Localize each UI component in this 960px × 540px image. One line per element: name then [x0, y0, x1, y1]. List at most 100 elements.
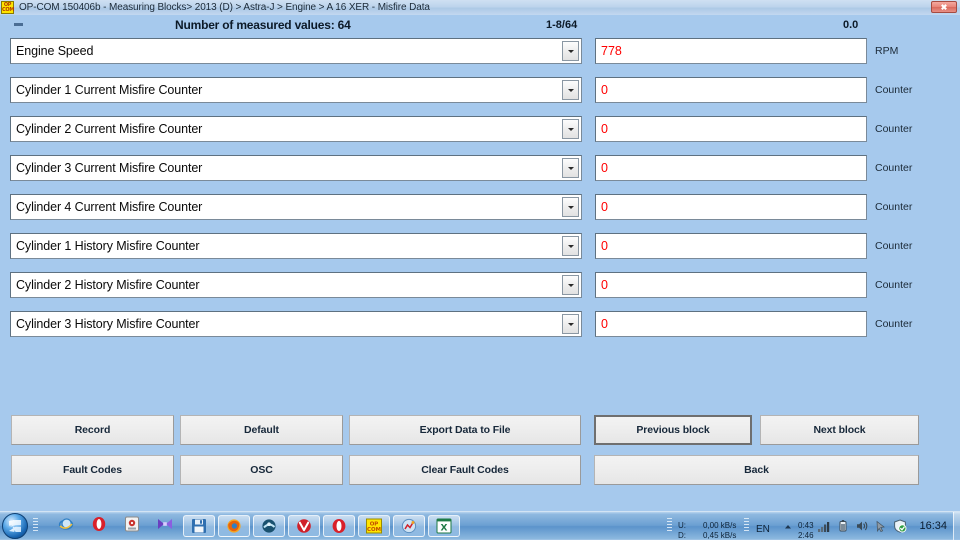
tray-grip[interactable]	[667, 518, 672, 533]
header-numeric-value: 0.0	[843, 19, 859, 31]
show-desktop-button[interactable]	[953, 512, 960, 540]
measuring-rows: Engine Speed 778 RPM Cylinder 1 Current …	[0, 38, 960, 350]
network-signal-icon[interactable]	[817, 519, 831, 533]
measuring-row: Engine Speed 778 RPM	[0, 38, 960, 64]
battery-icon[interactable]	[836, 519, 850, 533]
parameter-label-0: Engine Speed	[16, 44, 94, 58]
taskbutton-excel[interactable]: X	[428, 515, 460, 537]
unit-label-0: RPM	[875, 45, 899, 57]
value-text-4: 0	[601, 200, 608, 214]
video-converter-icon[interactable]	[157, 516, 177, 536]
fault-codes-button[interactable]: Fault Codes	[11, 455, 174, 485]
parameter-select-0[interactable]: Engine Speed	[10, 38, 582, 64]
record-button[interactable]: Record	[11, 415, 174, 445]
taskbutton-vivaldi[interactable]	[288, 515, 320, 537]
chevron-down-icon[interactable]	[562, 314, 579, 334]
parameter-select-5[interactable]: Cylinder 1 History Misfire Counter	[10, 233, 582, 259]
unit-label-1: Counter	[875, 84, 913, 96]
unit-label-4: Counter	[875, 201, 913, 213]
parameter-label-7: Cylinder 3 History Misfire Counter	[16, 317, 200, 331]
chevron-down-icon[interactable]	[562, 197, 579, 217]
parameter-select-3[interactable]: Cylinder 3 Current Misfire Counter	[10, 155, 582, 181]
measuring-row: Cylinder 1 History Misfire Counter 0 Cou…	[0, 233, 960, 259]
value-field-0[interactable]: 778	[595, 38, 867, 64]
taskbutton-diagnostics[interactable]	[393, 515, 425, 537]
next-block-button[interactable]: Next block	[760, 415, 919, 445]
chevron-down-icon[interactable]	[562, 80, 579, 100]
value-text-0: 778	[601, 44, 622, 58]
svg-text:COM: COM	[367, 527, 381, 533]
download-label: D:	[678, 531, 686, 540]
value-field-6[interactable]: 0	[595, 272, 867, 298]
upload-rate: 0,00 kB/s	[703, 521, 737, 530]
measured-values-count: Number of measured values: 64	[175, 18, 351, 32]
media-player-icon[interactable]	[124, 516, 144, 536]
value-field-5[interactable]: 0	[595, 233, 867, 259]
window-title: OP-COM 150406b - Measuring Blocks> 2013 …	[19, 2, 430, 13]
show-hidden-icons-chevron-icon[interactable]	[783, 519, 793, 533]
taskbar-clock[interactable]: 16:34	[919, 520, 947, 532]
taskbutton-opcom[interactable]: OP COM	[358, 515, 390, 537]
measuring-row: Cylinder 1 Current Misfire Counter 0 Cou…	[0, 77, 960, 103]
parameter-select-1[interactable]: Cylinder 1 Current Misfire Counter	[10, 77, 582, 103]
tray-grip-2[interactable]	[744, 518, 749, 533]
value-text-3: 0	[601, 161, 608, 175]
quicklaunch-grip[interactable]	[33, 518, 38, 533]
title-bar: OP COM OP-COM 150406b - Measuring Blocks…	[0, 0, 960, 16]
parameter-label-1: Cylinder 1 Current Misfire Counter	[16, 83, 203, 97]
value-field-1[interactable]: 0	[595, 77, 867, 103]
chevron-down-icon[interactable]	[562, 41, 579, 61]
measuring-row: Cylinder 3 Current Misfire Counter 0 Cou…	[0, 155, 960, 181]
svg-text:X: X	[441, 523, 448, 533]
chevron-down-icon[interactable]	[562, 119, 579, 139]
measuring-row: Cylinder 2 Current Misfire Counter 0 Cou…	[0, 116, 960, 142]
value-text-1: 0	[601, 83, 608, 97]
chevron-down-icon[interactable]	[562, 236, 579, 256]
internet-explorer-icon[interactable]	[58, 516, 78, 536]
osc-button[interactable]: OSC	[180, 455, 343, 485]
unit-label-6: Counter	[875, 279, 913, 291]
cursor-arrow-icon[interactable]	[874, 519, 888, 533]
unit-label-7: Counter	[875, 318, 913, 330]
opcom-window: OP COM OP-COM 150406b - Measuring Blocks…	[0, 0, 960, 540]
export-data-button[interactable]: Export Data to File	[349, 415, 581, 445]
back-button[interactable]: Back	[594, 455, 919, 485]
parameter-select-6[interactable]: Cylinder 2 History Misfire Counter	[10, 272, 582, 298]
unit-label-2: Counter	[875, 123, 913, 135]
unit-label-3: Counter	[875, 162, 913, 174]
parameter-select-7[interactable]: Cylinder 3 History Misfire Counter	[10, 311, 582, 337]
taskbutton-firefox[interactable]	[218, 515, 250, 537]
default-button[interactable]: Default	[180, 415, 343, 445]
previous-block-button[interactable]: Previous block	[594, 415, 752, 445]
parameter-select-4[interactable]: Cylinder 4 Current Misfire Counter	[10, 194, 582, 220]
value-field-4[interactable]: 0	[595, 194, 867, 220]
start-button-icon[interactable]	[2, 513, 28, 539]
parameter-label-3: Cylinder 3 Current Misfire Counter	[16, 161, 203, 175]
chevron-down-icon[interactable]	[562, 158, 579, 178]
close-icon[interactable]: ✖	[931, 1, 957, 13]
upload-label: U:	[678, 521, 686, 530]
media-total: 2:46	[798, 531, 814, 540]
unit-label-5: Counter	[875, 240, 913, 252]
measuring-row: Cylinder 3 History Misfire Counter 0 Cou…	[0, 311, 960, 337]
opera-icon[interactable]	[91, 516, 111, 536]
value-field-2[interactable]: 0	[595, 116, 867, 142]
parameter-select-2[interactable]: Cylinder 2 Current Misfire Counter	[10, 116, 582, 142]
value-field-7[interactable]: 0	[595, 311, 867, 337]
taskbutton-save-app[interactable]	[183, 515, 215, 537]
parameter-label-4: Cylinder 4 Current Misfire Counter	[16, 200, 203, 214]
parameter-label-2: Cylinder 2 Current Misfire Counter	[16, 122, 203, 136]
taskbutton-browser[interactable]	[253, 515, 285, 537]
action-center-shield-icon[interactable]	[893, 519, 907, 533]
language-indicator[interactable]: EN	[756, 525, 770, 535]
minimize-icon[interactable]	[14, 23, 23, 26]
block-range: 1-8/64	[546, 19, 578, 31]
value-field-3[interactable]: 0	[595, 155, 867, 181]
chevron-down-icon[interactable]	[562, 275, 579, 295]
clear-fault-codes-button[interactable]: Clear Fault Codes	[349, 455, 581, 485]
parameter-label-6: Cylinder 2 History Misfire Counter	[16, 278, 200, 292]
header-bar: Number of measured values: 64 1-8/64 0.0	[0, 15, 960, 36]
taskbutton-opera[interactable]	[323, 515, 355, 537]
value-text-7: 0	[601, 317, 608, 331]
volume-icon[interactable]	[855, 519, 869, 533]
